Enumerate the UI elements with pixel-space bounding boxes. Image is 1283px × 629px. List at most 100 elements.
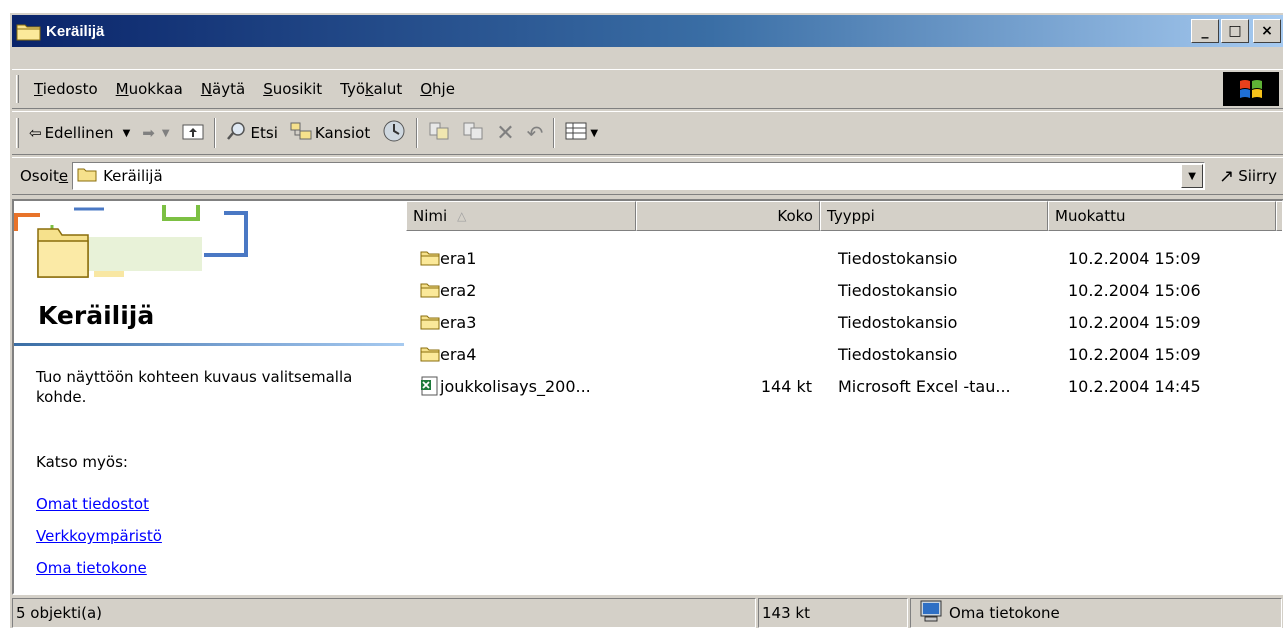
address-dropdown-button[interactable]: ▼ <box>1181 164 1204 188</box>
list-item[interactable]: joukkolisays_200... 144 kt Microsoft Exc… <box>406 371 1282 401</box>
file-modified-cell: 10.2.2004 15:09 <box>1068 248 1201 268</box>
address-value: Keräilijä <box>103 167 163 185</box>
copy-to-icon <box>462 121 484 145</box>
file-size-cell <box>636 275 812 305</box>
close-icon: × <box>1261 23 1273 39</box>
views-dropdown-icon[interactable]: ▼ <box>590 128 598 139</box>
folders-button[interactable]: Kansiot <box>284 116 376 150</box>
forward-arrow-icon: ➡ <box>142 124 155 142</box>
folder-icon <box>420 347 440 362</box>
file-size-cell <box>636 243 812 273</box>
content-area: Keräilijä Tuo näyttöön kohteen kuvaus va… <box>12 199 1283 595</box>
link-verkkoymparisto[interactable]: Verkkoympäristö <box>36 527 162 545</box>
file-type-cell: Tiedostokansio <box>838 312 958 332</box>
history-clock-icon <box>382 119 406 147</box>
excel-file-icon <box>421 376 438 396</box>
file-name-cell: era2 <box>420 275 476 305</box>
list-item[interactable]: era4 Tiedostokansio 10.2.2004 15:09 <box>406 339 1282 369</box>
menu-muokkaa[interactable]: Muokkaa <box>107 80 192 98</box>
back-arrow-icon: ⇦ <box>29 124 42 142</box>
status-size: 143 kt <box>758 598 908 628</box>
column-header-filler <box>1276 201 1282 231</box>
forward-dropdown-icon[interactable]: ▼ <box>162 128 170 139</box>
menu-suosikit[interactable]: Suosikit <box>254 80 331 98</box>
undo-button[interactable]: ↶ <box>521 116 550 150</box>
menu-nayta[interactable]: Näytä <box>192 80 254 98</box>
toolbar-separator <box>416 118 419 148</box>
link-omat-tiedostot[interactable]: Omat tiedostot <box>36 495 149 513</box>
copy-to-button[interactable] <box>456 116 490 150</box>
folder-illustration-icon <box>14 205 248 278</box>
menu-tiedosto[interactable]: Tiedosto <box>25 80 107 98</box>
minimize-button[interactable]: _ <box>1191 19 1219 43</box>
views-icon <box>565 122 587 144</box>
file-size-cell: 144 kt <box>760 376 812 396</box>
move-to-button[interactable] <box>422 116 456 150</box>
file-type-cell: Tiedostokansio <box>838 280 958 300</box>
column-header-type[interactable]: Tyyppi <box>820 201 1048 231</box>
go-button[interactable]: ↗ Siirry <box>1219 166 1277 187</box>
file-modified-cell: 10.2.2004 15:09 <box>1068 312 1201 332</box>
column-header-name[interactable]: Nimi △ <box>406 201 636 231</box>
link-oma-tietokone[interactable]: Oma tietokone <box>36 559 147 577</box>
column-header-size[interactable]: Koko <box>636 201 820 231</box>
list-item[interactable]: era3 Tiedostokansio 10.2.2004 15:09 <box>406 307 1282 337</box>
folder-icon <box>420 283 440 298</box>
file-size-cell <box>636 307 812 337</box>
toolbar-separator <box>553 118 556 148</box>
search-button[interactable]: Etsi <box>220 116 284 150</box>
list-item[interactable]: era2 Tiedostokansio 10.2.2004 15:06 <box>406 275 1282 305</box>
file-name-cell: joukkolisays_200... <box>420 371 591 401</box>
folders-label: Kansiot <box>314 124 371 142</box>
folders-tree-icon <box>290 122 312 144</box>
toolbar-separator <box>213 118 216 148</box>
minimize-icon: _ <box>1201 23 1209 39</box>
up-folder-button[interactable] <box>176 116 210 150</box>
maximize-button[interactable]: □ <box>1221 19 1249 43</box>
search-icon <box>226 121 248 145</box>
address-bar: Osoite Keräilijä ▼ ↗ Siirry <box>12 157 1283 195</box>
my-computer-icon <box>919 600 943 626</box>
search-label: Etsi <box>250 124 278 142</box>
file-name-cell: era3 <box>420 307 476 337</box>
address-label: Osoite <box>20 167 69 185</box>
address-input[interactable]: Keräilijä ▼ <box>72 162 1206 190</box>
back-dropdown-icon[interactable]: ▼ <box>123 128 131 139</box>
maximize-icon: □ <box>1228 23 1242 39</box>
list-item[interactable]: era1 Tiedostokansio 10.2.2004 15:09 <box>406 243 1282 273</box>
undo-icon: ↶ <box>526 121 544 145</box>
history-button[interactable] <box>376 116 412 150</box>
menu-tyokalut[interactable]: Työkalut <box>331 80 411 98</box>
menu-grip[interactable] <box>16 75 19 103</box>
file-list: Nimi △ Koko Tyyppi Muokattu era1 Tiedost… <box>406 201 1282 593</box>
close-button[interactable]: × <box>1253 19 1281 43</box>
sort-ascending-icon: △ <box>457 209 467 223</box>
file-type-cell: Tiedostokansio <box>838 344 958 364</box>
delete-x-icon: ✕ <box>496 120 515 146</box>
title-bar[interactable]: Keräilijä _ □ × <box>12 15 1283 47</box>
web-view-pane: Keräilijä Tuo näyttöön kohteen kuvaus va… <box>14 201 404 593</box>
heading-divider <box>14 343 404 346</box>
menu-ohje[interactable]: Ohje <box>411 80 464 98</box>
column-header-modified[interactable]: Muokattu <box>1048 201 1276 231</box>
folder-icon <box>420 251 440 266</box>
windows-logo-icon <box>1223 72 1279 106</box>
views-button[interactable]: ▼ <box>559 116 604 150</box>
go-arrow-icon: ↗ <box>1219 165 1235 187</box>
explorer-window: Keräilijä _ □ × Tiedosto Muokkaa Näytä S… <box>9 12 1283 628</box>
up-folder-icon <box>182 122 204 144</box>
chevron-down-icon: ▼ <box>1188 170 1196 182</box>
file-type-cell: Microsoft Excel -tau... <box>838 376 1011 396</box>
standard-toolbar: ⇦ Edellinen ▼ ➡ ▼ Etsi Kansiot ✕ ↶ ▼ <box>12 111 1283 155</box>
status-bar: 5 objekti(a) 143 kt Oma tietokone <box>12 597 1283 629</box>
file-name-cell: era4 <box>420 339 476 369</box>
folder-icon <box>77 166 97 186</box>
file-modified-cell: 10.2.2004 15:09 <box>1068 344 1201 364</box>
toolbar-grip[interactable] <box>16 118 19 148</box>
delete-button[interactable]: ✕ <box>490 116 520 150</box>
folder-icon <box>420 315 440 330</box>
forward-button[interactable]: ➡ ▼ <box>136 116 175 150</box>
description-text: Tuo näyttöön kohteen kuvaus valitsemalla… <box>36 368 353 406</box>
back-button[interactable]: ⇦ Edellinen ▼ <box>23 116 136 150</box>
status-zone: Oma tietokone <box>910 598 1282 628</box>
